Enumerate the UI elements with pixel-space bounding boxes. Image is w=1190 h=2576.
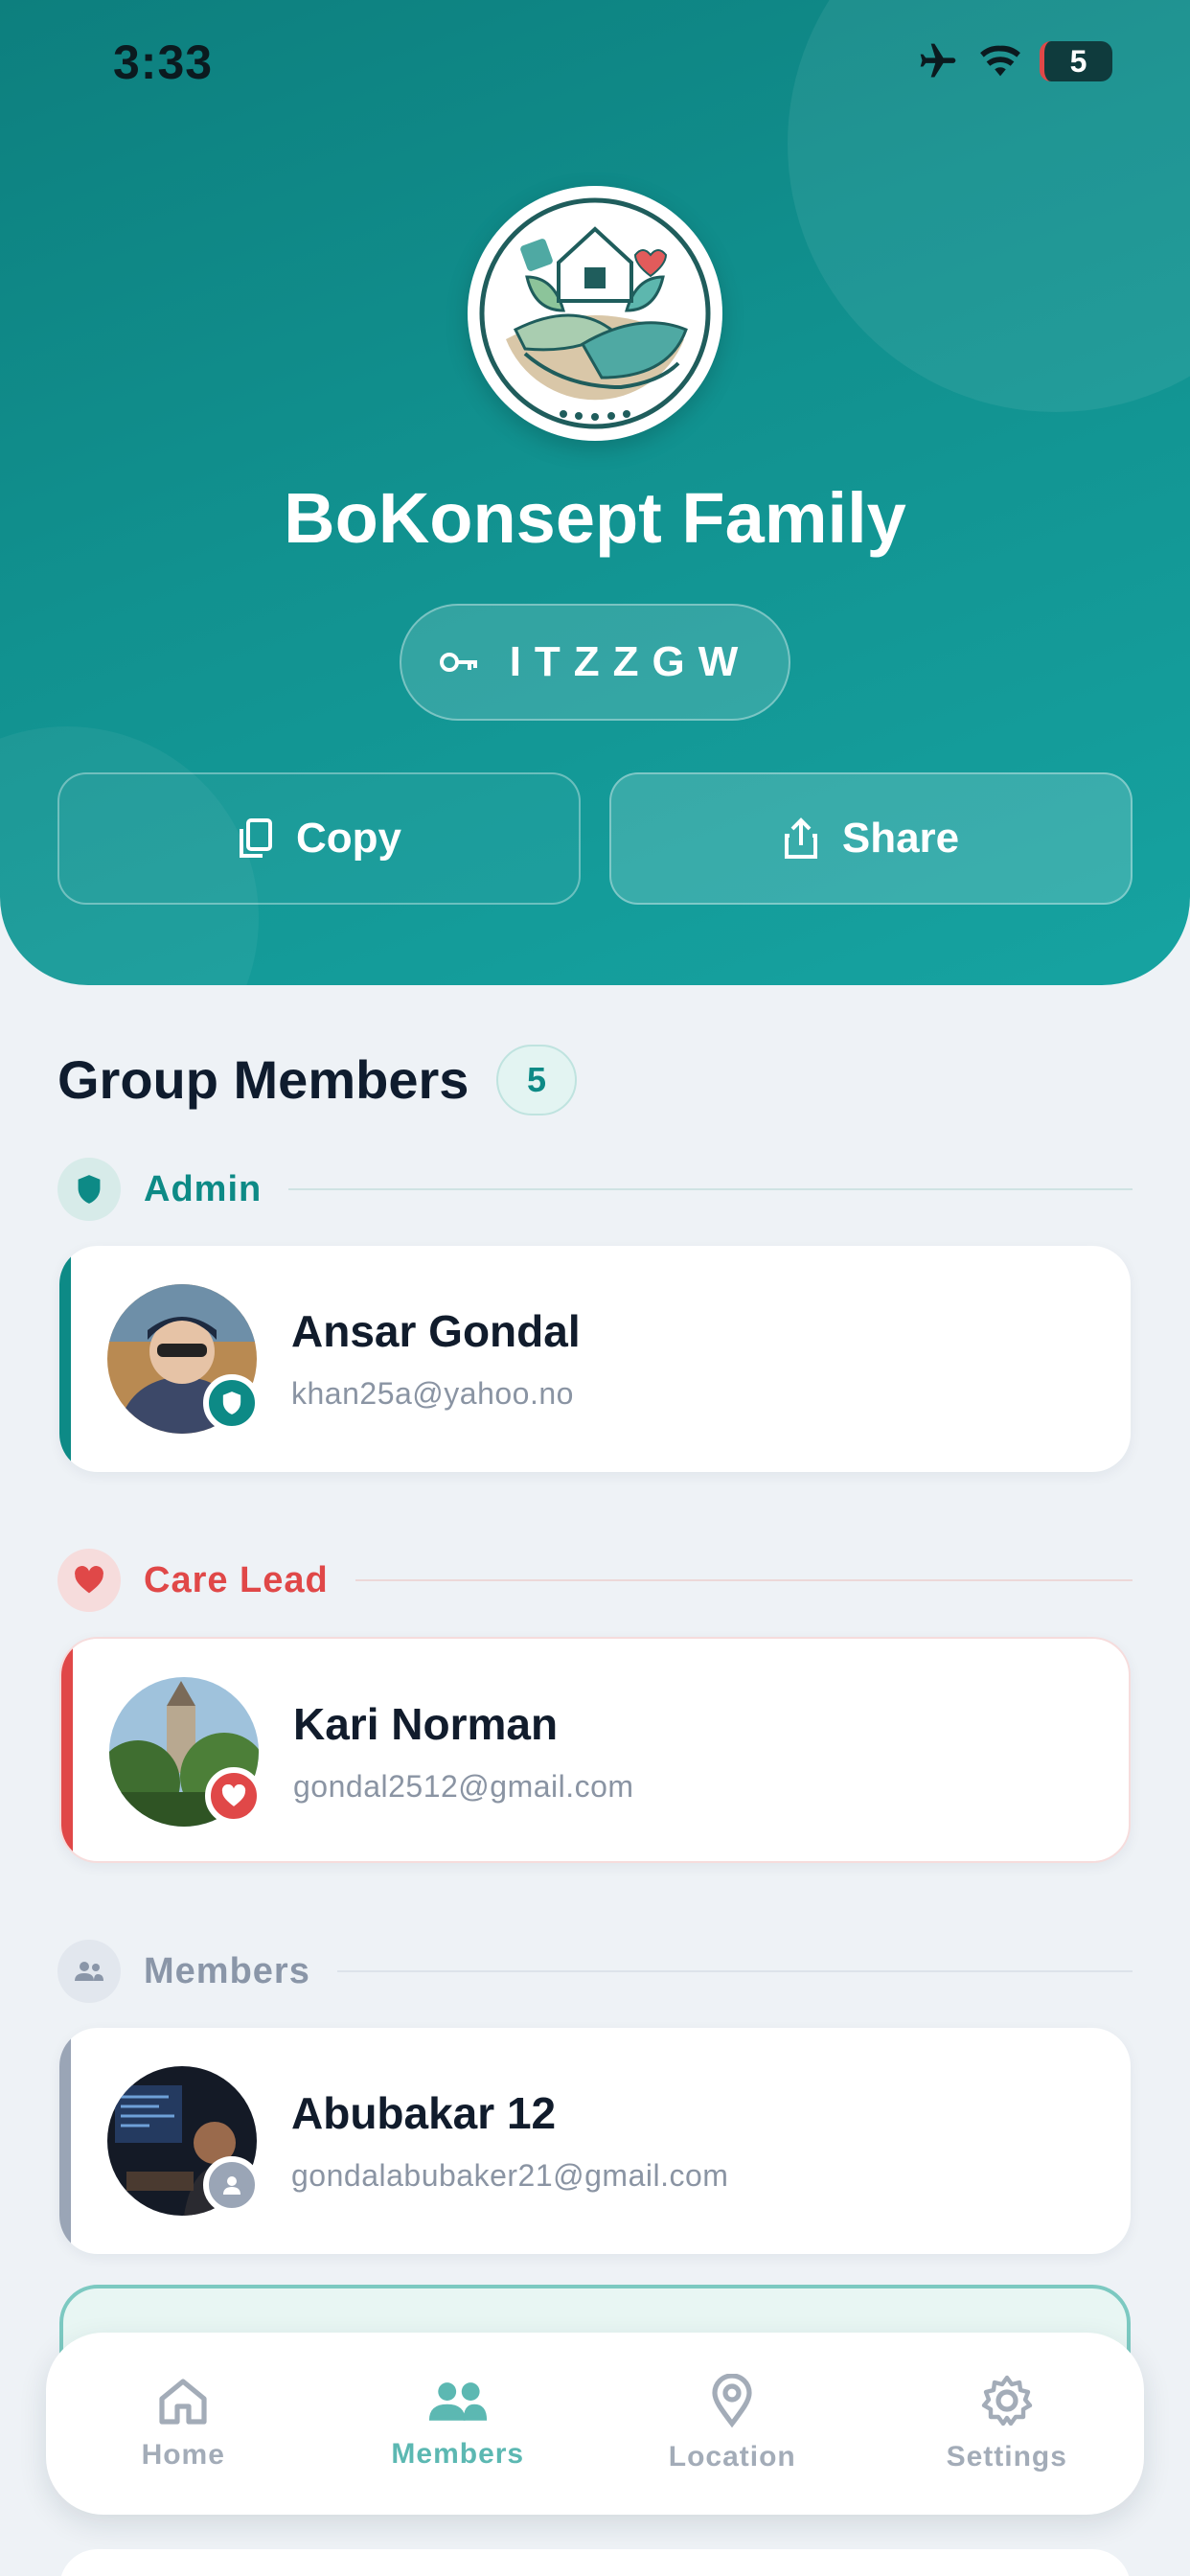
role-label-care-lead: Care Lead	[144, 1559, 329, 1600]
card-accent	[59, 2028, 71, 2254]
members-icon	[428, 2382, 487, 2421]
share-button-label: Share	[841, 815, 960, 862]
tab-settings[interactable]: Settings	[870, 2374, 1145, 2473]
care-lead-badge-icon	[205, 1767, 263, 1825]
invite-code: ITZZGW	[509, 638, 752, 685]
group-logo	[468, 186, 722, 441]
key-icon	[439, 653, 477, 672]
status-icons: 5	[915, 40, 1112, 82]
member-badge-icon	[203, 2156, 261, 2214]
tab-label: Members	[391, 2438, 525, 2470]
copy-button[interactable]: Copy	[57, 772, 581, 905]
airplane-icon	[920, 43, 956, 78]
tab-location[interactable]: Location	[595, 2374, 870, 2473]
tab-label: Home	[141, 2439, 225, 2471]
home-icon	[159, 2379, 207, 2425]
wifi-icon	[980, 45, 1020, 77]
people-icon	[57, 1940, 121, 2003]
share-button[interactable]: Share	[609, 772, 1133, 905]
member-card-abubakar[interactable]: Abubakar 12 gondalabubaker21@gmail.com	[59, 2028, 1131, 2254]
heart-icon	[57, 1549, 121, 1612]
section-title: Group Members	[57, 1049, 469, 1110]
member-email: khan25a@yahoo.no	[291, 1376, 574, 1411]
role-header-admin: Admin	[57, 1158, 1133, 1221]
member-email: gondalabubaker21@gmail.com	[291, 2158, 729, 2193]
divider	[288, 1188, 1133, 1190]
role-header-members: Members	[57, 1940, 1133, 2003]
role-label-members: Members	[144, 1950, 310, 1991]
member-email: gondal2512@gmail.com	[293, 1769, 634, 1804]
card-accent	[59, 1246, 71, 1472]
status-time: 3:33	[113, 35, 214, 89]
family-care-logo-icon	[479, 197, 711, 429]
admin-badge-icon	[203, 1374, 261, 1432]
member-card-kari[interactable]: Kari Norman gondal2512@gmail.com	[59, 1637, 1131, 1863]
copy-icon	[240, 818, 272, 858]
member-name: Kari Norman	[293, 1699, 559, 1749]
battery-indicator: 5	[1040, 41, 1112, 81]
member-card-partial[interactable]	[59, 2549, 1131, 2576]
gear-icon	[981, 2375, 1032, 2426]
member-card-ansar[interactable]: Ansar Gondal khan25a@yahoo.no	[59, 1246, 1131, 1472]
member-name: Ansar Gondal	[291, 1306, 581, 1356]
role-header-care-lead: Care Lead	[57, 1549, 1133, 1612]
tab-label: Location	[668, 2441, 796, 2472]
tab-label: Settings	[946, 2441, 1067, 2472]
tab-home[interactable]: Home	[46, 2376, 321, 2472]
copy-button-label: Copy	[296, 815, 401, 862]
tab-members[interactable]: Members	[321, 2377, 596, 2471]
divider	[336, 1970, 1133, 1972]
member-name: Abubakar 12	[291, 2088, 557, 2138]
divider	[355, 1579, 1133, 1581]
location-pin-icon	[712, 2374, 752, 2427]
invite-code-pill[interactable]: ITZZGW	[400, 604, 790, 721]
shield-icon	[57, 1158, 121, 1221]
role-label-admin: Admin	[144, 1168, 263, 1209]
member-count-badge: 5	[496, 1045, 577, 1116]
share-icon	[784, 817, 817, 859]
bottom-tab-bar: Home Members Location Settings	[46, 2333, 1144, 2515]
group-header: 3:33 5 BoKonsept Family ITZZGW Copy Shar…	[0, 0, 1190, 985]
group-name: BoKonsept Family	[284, 478, 906, 558]
card-accent	[61, 1639, 73, 1861]
